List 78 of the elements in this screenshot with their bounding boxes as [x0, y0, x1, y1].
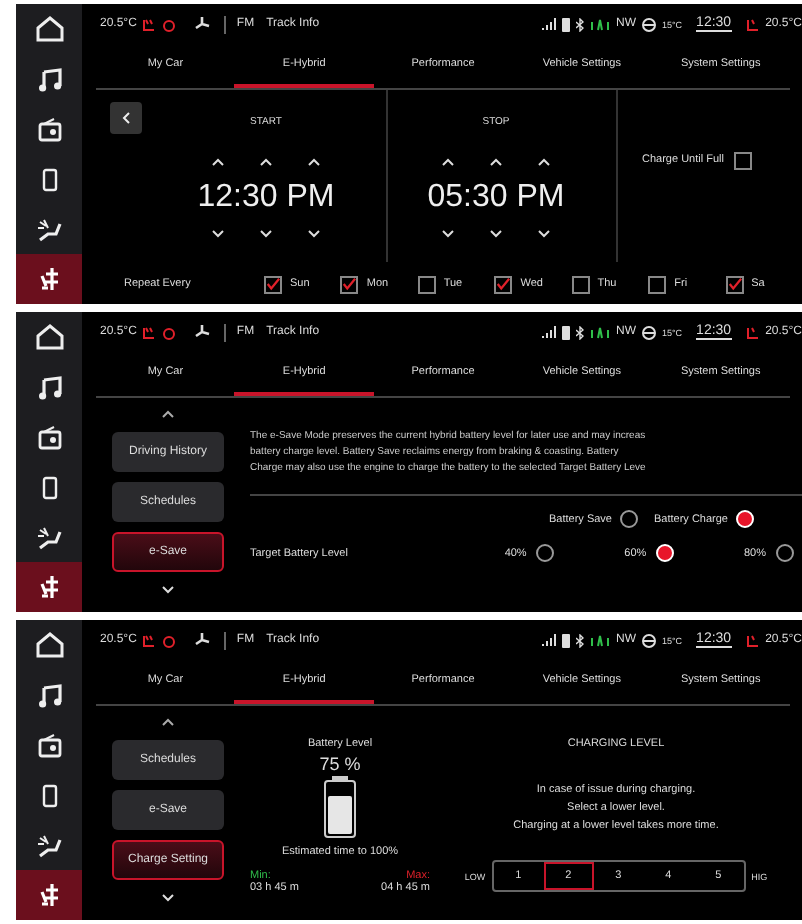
home-icon	[35, 632, 63, 658]
seat-fan-icon	[36, 833, 62, 857]
radio-button[interactable]	[536, 544, 555, 562]
compass-icon	[641, 633, 656, 647]
phone-battery-icon	[561, 17, 570, 31]
phone-battery-icon	[561, 325, 570, 339]
chevron-down-icon[interactable]	[442, 230, 454, 238]
chevron-up-icon[interactable]	[260, 158, 272, 166]
fan-icon	[194, 632, 211, 648]
bluetooth-icon	[575, 17, 584, 31]
chevron-down-icon[interactable]	[212, 230, 224, 238]
compass-icon	[641, 325, 656, 339]
seat-icon	[36, 882, 62, 908]
phone-icon	[41, 475, 57, 499]
checkbox[interactable]	[733, 151, 752, 169]
connectivity-icon	[589, 325, 610, 339]
chevron-up-icon[interactable]	[162, 406, 174, 422]
heated-seat-icon	[142, 325, 157, 339]
sidebar-button[interactable]	[16, 254, 82, 304]
compass-icon	[641, 17, 656, 31]
connectivity-icon	[589, 633, 610, 647]
heated-seat-icon	[142, 17, 157, 31]
chevron-down-icon[interactable]	[162, 582, 174, 598]
back-button[interactable]	[110, 102, 142, 134]
sidebar-button[interactable]	[16, 562, 82, 612]
seat-fan-icon	[36, 217, 62, 241]
radio-icon	[37, 425, 61, 449]
battery-icon	[324, 776, 356, 838]
heated-seat-icon	[142, 633, 157, 647]
seat-icon	[36, 574, 62, 600]
checkbox[interactable]	[571, 275, 590, 293]
radio-button[interactable]	[620, 510, 638, 528]
phone-icon	[41, 783, 57, 807]
checkbox[interactable]	[263, 275, 282, 293]
chevron-up-icon[interactable]	[212, 158, 224, 166]
music-note-icon	[37, 375, 61, 399]
radio-button[interactable]	[775, 544, 794, 562]
checkbox[interactable]	[725, 275, 744, 293]
heated-seat-icon	[745, 633, 760, 647]
music-note-icon	[37, 683, 61, 707]
signal-icon	[541, 326, 556, 338]
chevron-up-icon[interactable]	[442, 158, 454, 166]
chevron-down-icon[interactable]	[538, 230, 550, 238]
battery-reading: 75 %	[319, 754, 361, 774]
radio-icon	[37, 117, 61, 141]
home-icon	[35, 16, 63, 42]
seat-fan-icon	[36, 525, 62, 549]
heated-seat-icon	[745, 17, 760, 31]
signal-icon	[541, 18, 556, 30]
sidebar-button[interactable]	[16, 870, 82, 920]
checkbox[interactable]	[340, 275, 359, 293]
fan-icon	[194, 324, 211, 340]
checkbox[interactable]	[648, 275, 667, 293]
signal-icon	[541, 634, 556, 646]
phone-icon	[41, 167, 57, 191]
chevron-up-icon[interactable]	[162, 714, 174, 730]
chevron-down-icon[interactable]	[260, 230, 272, 238]
home-icon	[35, 324, 63, 350]
music-note-icon	[37, 67, 61, 91]
fan-icon	[194, 16, 211, 32]
seat-icon	[36, 266, 62, 292]
chevron-down-icon[interactable]	[308, 230, 320, 238]
chevron-up-icon[interactable]	[308, 158, 320, 166]
bluetooth-icon	[575, 633, 584, 647]
chevron-up-icon[interactable]	[490, 158, 502, 166]
bluetooth-icon	[575, 325, 584, 339]
checkbox[interactable]	[417, 275, 436, 293]
chevron-down-icon[interactable]	[490, 230, 502, 238]
radio-icon	[37, 733, 61, 757]
chevron-left-icon	[122, 112, 130, 124]
chevron-up-icon[interactable]	[538, 158, 550, 166]
phone-battery-icon	[561, 633, 570, 647]
time-value: 12:30 PM	[197, 178, 335, 218]
heated-seat-icon	[745, 325, 760, 339]
chevron-down-icon[interactable]	[162, 890, 174, 906]
time-value: 05:30 PM	[427, 178, 565, 218]
checkbox[interactable]	[494, 275, 513, 293]
connectivity-icon	[589, 17, 610, 31]
